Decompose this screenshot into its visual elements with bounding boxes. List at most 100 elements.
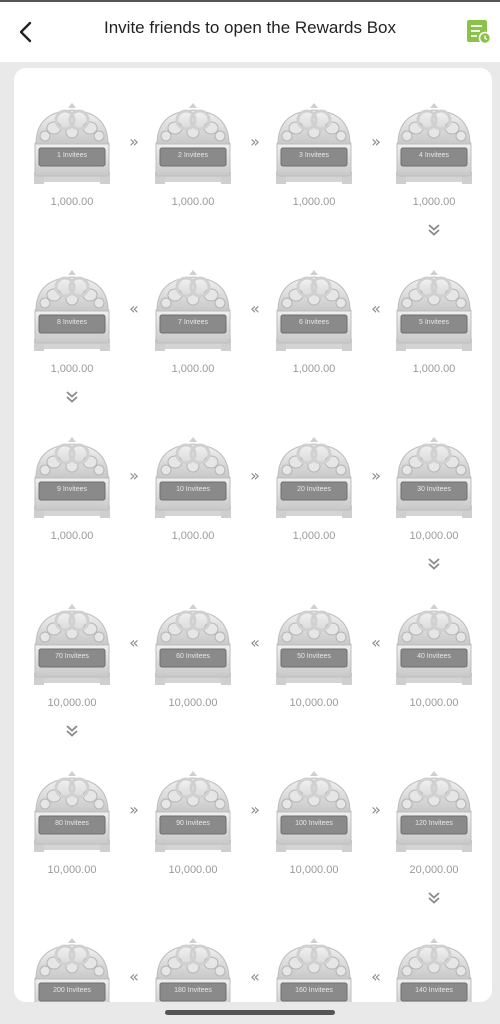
rewards-card: 1 Invitees 1,000.00 2 Invitees 1,000.00 [14, 68, 492, 1002]
arrow-left-icon: « [129, 967, 139, 986]
arrow-left-icon: « [250, 967, 260, 986]
arrow-right-icon: » [250, 466, 260, 485]
reward-box-invitees-label: 180 Invitees [174, 987, 212, 994]
reward-box[interactable]: 30 Invitees [394, 436, 474, 520]
reward-box[interactable]: 120 Invitees [394, 770, 474, 854]
reward-box[interactable]: 6 Invitees [274, 269, 354, 353]
reward-box[interactable]: 70 Invitees [32, 603, 112, 687]
arrow-left-icon: « [371, 967, 381, 986]
reward-box[interactable]: 80 Invitees [32, 770, 112, 854]
reward-box[interactable]: 2 Invitees [153, 102, 233, 186]
treasure-chest-icon [155, 771, 231, 852]
reward-amount: 10,000.00 [289, 864, 339, 876]
treasure-chest-icon [155, 604, 231, 685]
reward-box-invitees-label: 4 Invitees [419, 152, 449, 159]
double-chevron-down-icon [66, 725, 78, 737]
reward-box-invitees-label: 120 Invitees [415, 820, 453, 827]
double-chevron-down-icon [428, 892, 440, 904]
reward-box-invitees-label: 8 Invitees [57, 319, 87, 326]
reward-amount: 10,000.00 [168, 864, 218, 876]
arrow-down [65, 724, 79, 738]
reward-box-invitees-label: 1 Invitees [57, 152, 87, 159]
reward-amount: 20,000.00 [409, 864, 459, 876]
reward-box-invitees-label: 7 Invitees [178, 319, 208, 326]
reward-box-invitees-label: 90 Invitees [176, 820, 210, 827]
reward-box-invitees-label: 6 Invitees [299, 319, 329, 326]
arrow-right-icon: » [371, 466, 381, 485]
reward-box[interactable]: 8 Invitees [32, 269, 112, 353]
arrow-right-icon: » [371, 800, 381, 819]
treasure-chest-icon [396, 103, 472, 184]
reward-amount: 1,000.00 [292, 530, 336, 542]
reward-box-invitees-label: 60 Invitees [176, 653, 210, 660]
reward-amount: 1,000.00 [171, 530, 215, 542]
treasure-chest-icon [34, 771, 110, 852]
reward-amount: 10,000.00 [289, 697, 339, 709]
reward-amount: 1,000.00 [50, 530, 94, 542]
treasure-chest-icon [155, 103, 231, 184]
back-button[interactable] [8, 14, 44, 50]
treasure-chest-icon [276, 270, 352, 351]
reward-box[interactable]: 9 Invitees [32, 436, 112, 520]
treasure-chest-icon [276, 437, 352, 518]
page-title: Invite friends to open the Rewards Box [104, 18, 396, 37]
arrow-down [65, 390, 79, 404]
arrow-down [427, 557, 441, 571]
reward-amount: 10,000.00 [47, 697, 97, 709]
treasure-chest-icon [396, 604, 472, 685]
reward-box-invitees-label: 160 Invitees [295, 987, 333, 994]
reward-box[interactable]: 20 Invitees [274, 436, 354, 520]
reward-box-invitees-label: 70 Invitees [55, 653, 89, 660]
reward-box-invitees-label: 5 Invitees [419, 319, 449, 326]
reward-amount: 1,000.00 [50, 196, 94, 208]
reward-box-invitees-label: 2 Invitees [178, 152, 208, 159]
reward-amount: 10,000.00 [47, 864, 97, 876]
reward-box-invitees-label: 200 Invitees [53, 987, 91, 994]
reward-box[interactable]: 4 Invitees [394, 102, 474, 186]
arrow-right-icon: » [129, 800, 139, 819]
reward-box[interactable]: 40 Invitees [394, 603, 474, 687]
reward-box[interactable]: 160 Invitees [274, 937, 354, 1002]
reward-box[interactable]: 60 Invitees [153, 603, 233, 687]
records-button[interactable] [466, 19, 492, 45]
arrow-right-icon: » [371, 132, 381, 151]
reward-box[interactable]: 90 Invitees [153, 770, 233, 854]
reward-box[interactable]: 10 Invitees [153, 436, 233, 520]
treasure-chest-icon [276, 604, 352, 685]
reward-amount: 1,000.00 [292, 196, 336, 208]
arrow-right-icon: » [129, 132, 139, 151]
reward-box-invitees-label: 3 Invitees [299, 152, 329, 159]
reward-box-invitees-label: 30 Invitees [417, 486, 451, 493]
treasure-chest-icon [34, 270, 110, 351]
treasure-chest-icon [276, 103, 352, 184]
top-bar: Invite friends to open the Rewards Box [0, 0, 500, 62]
reward-box-invitees-label: 40 Invitees [417, 653, 451, 660]
reward-box[interactable]: 100 Invitees [274, 770, 354, 854]
reward-box[interactable]: 180 Invitees [153, 937, 233, 1002]
treasure-chest-icon [34, 604, 110, 685]
reward-amount: 1,000.00 [412, 363, 456, 375]
reward-box[interactable]: 3 Invitees [274, 102, 354, 186]
reward-box[interactable]: 200 Invitees [32, 937, 112, 1002]
reward-box[interactable]: 50 Invitees [274, 603, 354, 687]
reward-box-invitees-label: 140 Invitees [415, 987, 453, 994]
arrow-left-icon: « [250, 299, 260, 318]
reward-amount: 10,000.00 [409, 697, 459, 709]
reward-box-invitees-label: 10 Invitees [176, 486, 210, 493]
reward-box[interactable]: 7 Invitees [153, 269, 233, 353]
reward-box-invitees-label: 100 Invitees [295, 820, 333, 827]
treasure-chest-icon [396, 437, 472, 518]
reward-amount: 1,000.00 [412, 196, 456, 208]
arrow-down [427, 891, 441, 905]
reward-box[interactable]: 5 Invitees [394, 269, 474, 353]
reward-amount: 10,000.00 [409, 530, 459, 542]
reward-amount: 1,000.00 [50, 363, 94, 375]
reward-box[interactable]: 1 Invitees [32, 102, 112, 186]
treasure-chest-icon [276, 771, 352, 852]
arrow-left-icon: « [371, 299, 381, 318]
arrow-down [427, 223, 441, 237]
reward-box-invitees-label: 9 Invitees [57, 486, 87, 493]
arrow-right-icon: » [250, 800, 260, 819]
reward-box[interactable]: 140 Invitees [394, 937, 474, 1002]
reward-box-invitees-label: 80 Invitees [55, 820, 89, 827]
